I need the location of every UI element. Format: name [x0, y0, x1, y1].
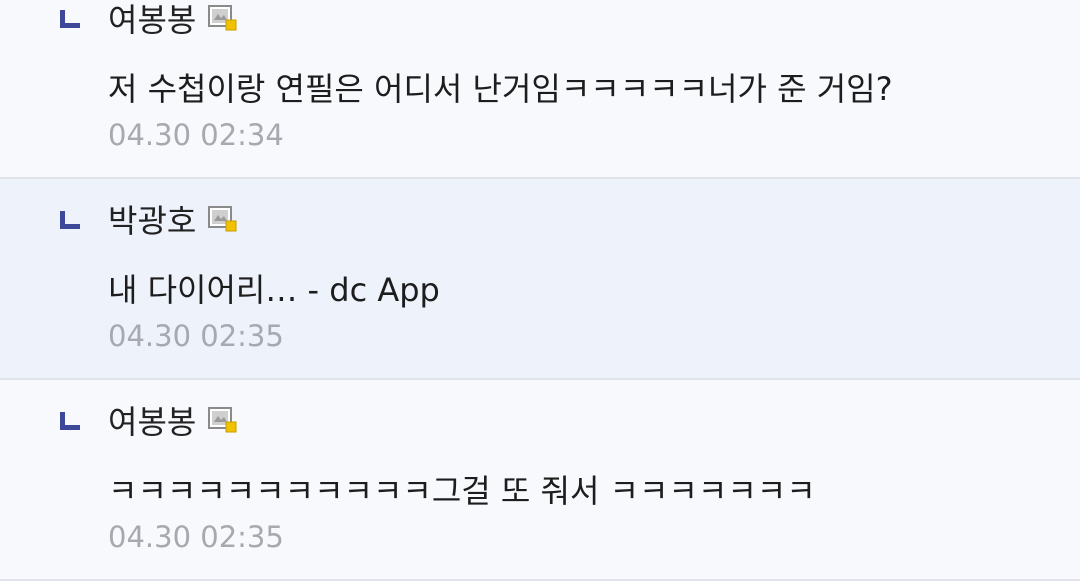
reply-timestamp: 04.30 02:35 — [108, 520, 284, 554]
author-nickname[interactable]: 박광호 — [108, 196, 196, 242]
author-row: 박광호 — [108, 197, 238, 241]
reply-arrow-icon — [60, 412, 80, 430]
reply-timestamp: 04.30 02:34 — [108, 118, 284, 152]
reply-text: 내 다이어리… - dc App — [108, 271, 440, 309]
reply-arrow-icon — [60, 211, 80, 229]
gallog-icon[interactable] — [208, 4, 238, 32]
gallog-icon[interactable] — [208, 406, 238, 434]
reply-arrow-icon — [60, 10, 80, 28]
reply-timestamp: 04.30 02:35 — [108, 319, 284, 353]
author-nickname[interactable]: 여봉봉 — [108, 397, 196, 443]
reply-list: 여봉봉 저 수첩이랑 연필은 어디서 난거임ㅋㅋㅋㅋㅋ너가 준 거임? 04.3… — [0, 0, 1080, 581]
author-nickname[interactable]: 여봉봉 — [108, 0, 196, 41]
author-row: 여봉봉 — [108, 398, 238, 442]
author-row: 여봉봉 — [108, 0, 238, 40]
reply-text: ㅋㅋㅋㅋㅋㅋㅋㅋㅋㅋㅋ그걸 또 줘서 ㅋㅋㅋㅋㅋㅋㅋ — [108, 472, 816, 510]
reply-item[interactable]: 여봉봉 저 수첩이랑 연필은 어디서 난거임ㅋㅋㅋㅋㅋ너가 준 거임? 04.3… — [0, 0, 1080, 179]
reply-item[interactable]: 박광호 내 다이어리… - dc App 04.30 02:35 — [0, 179, 1080, 380]
gallog-icon[interactable] — [208, 205, 238, 233]
reply-text: 저 수첩이랑 연필은 어디서 난거임ㅋㅋㅋㅋㅋ너가 준 거임? — [108, 70, 893, 108]
